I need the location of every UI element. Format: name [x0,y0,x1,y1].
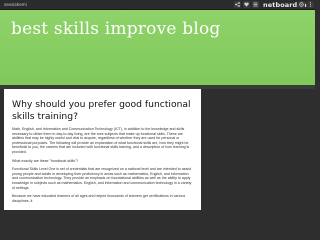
article-paragraph: Functional Skills Level One is set of cr… [12,167,192,190]
blog-header: best skills improve blog [0,10,315,85]
article-paragraph: Because we have educated learners of all… [12,194,186,203]
sidebar-area [205,89,315,210]
article-paragraph: What exactly are these "functional skill… [12,158,79,163]
more-icon[interactable] [307,1,314,8]
user-menu[interactable]: sensiahemi [2,1,40,8]
list-icon[interactable] [252,1,259,8]
gear-icon[interactable] [298,1,305,8]
blog-title[interactable]: best skills improve blog [11,18,220,40]
article-title: Why should you prefer good functional sk… [12,99,191,122]
top-bar: sensiahemi netboard.me [0,0,315,10]
heart-icon[interactable] [243,1,250,8]
article-paragraph: Math, English, and Information and Commu… [12,127,190,154]
article-card: Why should you prefer good functional sk… [4,89,201,210]
share-icon[interactable] [234,1,241,8]
